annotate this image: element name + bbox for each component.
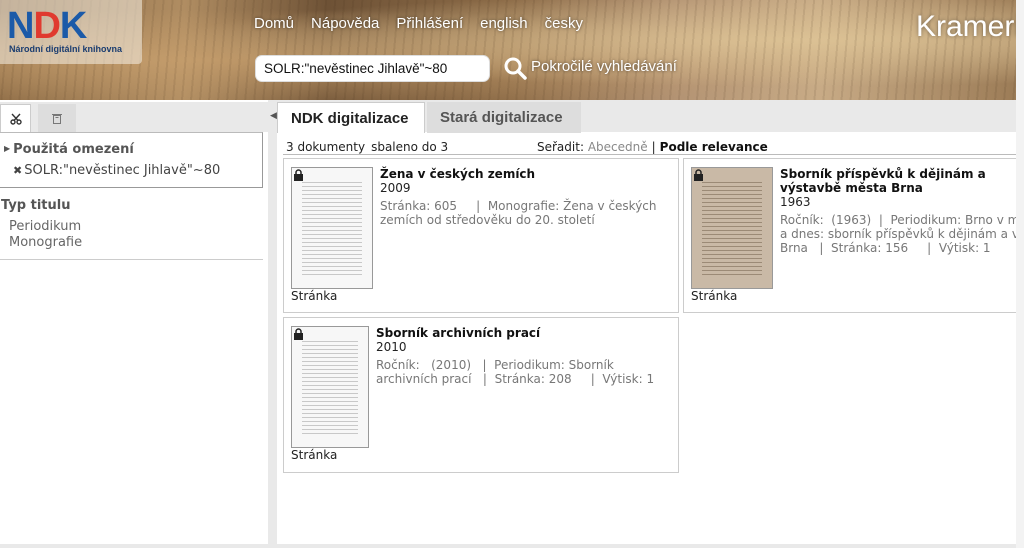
title-type-heading: Typ titulu	[1, 198, 71, 213]
result-meta-line1: Ročník: (1963) | Periodikum: Brno v minu…	[780, 213, 1020, 227]
divider	[0, 259, 263, 260]
thumbnail-label: Stránka	[291, 448, 338, 462]
result-meta-line3: Brna | Stránka: 156 | Výtisk: 1	[780, 241, 991, 255]
result-count-collapsed: sbaleno do 3	[371, 140, 449, 154]
sort-alphabetical[interactable]: Abecedně	[588, 140, 648, 154]
nav-home[interactable]: Domů	[254, 15, 294, 32]
nav-czech[interactable]: česky	[545, 15, 583, 32]
result-meta-line2: archivních prací | Stránka: 208 | Výtisk…	[376, 372, 655, 386]
trash-icon	[52, 114, 62, 124]
logo-mark: NDK	[7, 5, 87, 47]
thumbnail-label: Stránka	[291, 289, 338, 303]
ndk-logo[interactable]: NDK Národní digitální knihovna	[0, 0, 142, 64]
used-filters-heading[interactable]: ▶ Použitá omezení	[4, 142, 134, 157]
result-meta-line2: a dnes: sborník příspěvků k dějinám a vý…	[780, 227, 1020, 241]
result-count-found: 3 dokumenty	[286, 140, 366, 154]
result-title[interactable]: Sborník archivních prací	[376, 326, 671, 340]
used-filter-item[interactable]: ✖ SOLR:"nevěstinec Jihlavě"~80	[13, 163, 220, 178]
filter-sidebar: ▶ Použitá omezení ✖ SOLR:"nevěstinec Jihla…	[0, 100, 268, 544]
result-meta-line1: Ročník: (2010) | Periodikum: Sborník	[376, 358, 614, 372]
sort-relevance[interactable]: Podle relevance	[660, 140, 768, 154]
result-thumbnail[interactable]	[291, 326, 369, 448]
page-preview	[702, 182, 762, 276]
sidebar-tab-trash[interactable]	[38, 104, 76, 133]
scissors-icon	[9, 113, 22, 125]
search-input[interactable]	[255, 55, 490, 82]
nav-english[interactable]: english	[480, 15, 528, 32]
nav-login[interactable]: Přihlášení	[396, 15, 463, 32]
result-meta-line2: zemích od středověku do 20. století	[380, 213, 595, 227]
site-header: NDK Národní digitální knihovna Domů Nápo…	[0, 0, 1024, 100]
logo-subtitle: Národní digitální knihovna	[9, 44, 123, 54]
page-preview	[302, 182, 362, 276]
app-title: Kramerius	[916, 10, 1024, 43]
result-title[interactable]: Žena v českých zemích	[380, 167, 675, 181]
top-nav: Domů Nápověda Přihlášení english česky	[254, 15, 583, 32]
remove-icon[interactable]: ✖	[13, 164, 22, 177]
lock-icon	[694, 169, 703, 181]
tab-ndk-digitization[interactable]: NDK digitalizace	[277, 102, 425, 133]
sort-controls: Seřadit: Abecedně | Podle relevance	[537, 140, 768, 154]
search-icon[interactable]	[503, 56, 527, 80]
sidebar-tabs	[0, 102, 268, 133]
result-card[interactable]: Stránka Sborník archivních prací 2010 Ro…	[283, 317, 679, 473]
result-year: 2010	[376, 340, 407, 354]
results-tabs: NDK digitalizace Stará digitalizace	[277, 100, 1016, 133]
result-year: 1963	[780, 195, 811, 209]
result-year: 2009	[380, 181, 411, 195]
tab-old-digitization[interactable]: Stará digitalizace	[427, 102, 581, 133]
lock-icon	[294, 169, 303, 181]
result-thumbnail[interactable]	[691, 167, 773, 289]
result-thumbnail[interactable]	[291, 167, 373, 289]
lock-icon	[294, 328, 303, 340]
nav-help[interactable]: Nápověda	[311, 15, 379, 32]
collapse-sidebar-icon[interactable]: ◀	[270, 111, 277, 121]
result-card[interactable]: Stránka Sborník příspěvků k dějinám a vý…	[683, 158, 1023, 313]
page-preview	[302, 341, 358, 435]
type-item-monografie[interactable]: Monografie	[9, 235, 82, 250]
result-meta-line1: Stránka: 605 | Monografie: Žena v českýc…	[380, 199, 657, 213]
result-title[interactable]: Sborník příspěvků k dějinám a výstavbě m…	[780, 167, 1020, 195]
sort-label: Seřadit:	[537, 140, 584, 154]
triangle-right-icon: ▶	[4, 144, 11, 153]
used-filters-box: ▶ Použitá omezení ✖ SOLR:"nevěstinec Jihla…	[0, 132, 263, 188]
thumbnail-label: Stránka	[691, 289, 738, 303]
type-item-periodikum[interactable]: Periodikum	[9, 219, 81, 234]
vertical-scrollbar[interactable]	[1016, 0, 1024, 548]
used-filter-text: SOLR:"nevěstinec Jihlavě"~80	[24, 163, 221, 178]
result-count: 3 dokumenty sbaleno do 3	[286, 140, 448, 154]
advanced-search-link[interactable]: Pokročilé vyhledávání	[531, 58, 677, 75]
results-panel: NDK digitalizace Stará digitalizace 3 do…	[277, 100, 1023, 544]
divider	[283, 154, 1016, 155]
sidebar-tab-filters[interactable]	[0, 104, 31, 133]
used-filters-title: Použitá omezení	[13, 142, 134, 157]
result-card[interactable]: Stránka Žena v českých zemích 2009 Strán…	[283, 158, 679, 313]
